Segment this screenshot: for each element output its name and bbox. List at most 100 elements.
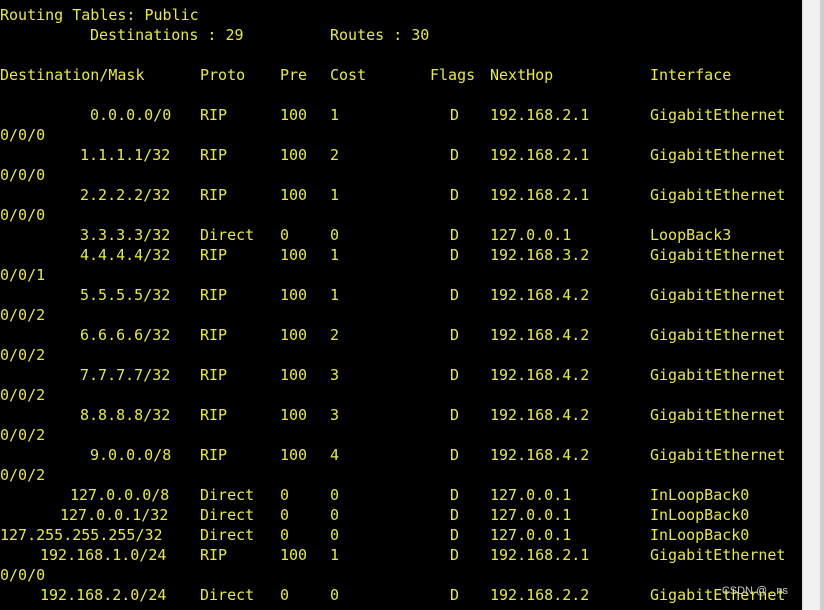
route-destination: 2.2.2.2/32 xyxy=(80,186,171,204)
route-interface: GigabitEthernet xyxy=(650,286,786,304)
column-header-cost: Cost xyxy=(330,66,367,84)
routing-table-title: Routing Tables: Public xyxy=(0,6,199,24)
route-cost: 0 xyxy=(330,506,340,524)
route-proto: RIP xyxy=(200,106,228,124)
route-pre: 100 xyxy=(280,286,308,304)
route-interface-continuation: 0/0/0 xyxy=(0,206,46,224)
route-cost: 2 xyxy=(330,326,340,344)
route-interface: GigabitEthernet xyxy=(650,146,786,164)
route-destination: 3.3.3.3/32 xyxy=(80,226,171,244)
route-nexthop: 192.168.2.1 xyxy=(490,546,590,564)
column-header-proto: Proto xyxy=(200,66,246,84)
route-flags: D xyxy=(450,286,460,304)
route-flags: D xyxy=(450,586,460,604)
route-nexthop: 192.168.3.2 xyxy=(490,246,590,264)
route-interface: GigabitEthernet xyxy=(650,246,786,264)
route-proto: RIP xyxy=(200,366,228,384)
route-proto: RIP xyxy=(200,546,228,564)
route-nexthop: 192.168.2.2 xyxy=(490,586,590,604)
route-destination: 127.255.255.255/32 xyxy=(0,526,163,544)
route-proto: RIP xyxy=(200,146,228,164)
terminal-window[interactable]: Routing Tables: Public Destinations : 29… xyxy=(0,0,802,610)
route-flags: D xyxy=(450,406,460,424)
route-destination: 127.0.0.1/32 xyxy=(60,506,169,524)
route-pre: 0 xyxy=(280,506,290,524)
route-flags: D xyxy=(450,366,460,384)
route-pre: 100 xyxy=(280,246,308,264)
route-cost: 1 xyxy=(330,106,340,124)
route-interface: InLoopBack0 xyxy=(650,486,750,504)
route-nexthop: 192.168.4.2 xyxy=(490,406,590,424)
route-destination: 127.0.0.0/8 xyxy=(70,486,170,504)
destinations-count: Destinations : 29 xyxy=(90,26,244,44)
column-header-nexthop: NextHop xyxy=(490,66,554,84)
route-interface: GigabitEthernet xyxy=(650,186,786,204)
column-header-destination: Destination/Mask xyxy=(0,66,145,84)
route-cost: 2 xyxy=(330,146,340,164)
route-interface: GigabitEthernet xyxy=(650,326,786,344)
route-destination: 5.5.5.5/32 xyxy=(80,286,171,304)
route-flags: D xyxy=(450,446,460,464)
route-pre: 100 xyxy=(280,406,308,424)
route-interface-continuation: 0/0/2 xyxy=(0,466,46,484)
route-interface-continuation: 0/0/2 xyxy=(0,346,46,364)
route-nexthop: 192.168.4.2 xyxy=(490,326,590,344)
route-cost: 3 xyxy=(330,366,340,384)
route-cost: 3 xyxy=(330,406,340,424)
route-interface: GigabitEthernet xyxy=(650,446,786,464)
route-pre: 0 xyxy=(280,486,290,504)
route-cost: 1 xyxy=(330,246,340,264)
route-flags: D xyxy=(450,546,460,564)
route-nexthop: 192.168.2.1 xyxy=(490,146,590,164)
route-proto: RIP xyxy=(200,326,228,344)
route-interface-continuation: 0/0/2 xyxy=(0,426,46,444)
route-nexthop: 192.168.2.1 xyxy=(490,106,590,124)
route-flags: D xyxy=(450,246,460,264)
route-cost: 0 xyxy=(330,586,340,604)
route-interface: InLoopBack0 xyxy=(650,506,750,524)
route-interface-continuation: 0/0/0 xyxy=(0,166,46,184)
route-proto: RIP xyxy=(200,186,228,204)
route-pre: 0 xyxy=(280,526,290,544)
route-proto: Direct xyxy=(200,486,255,504)
route-pre: 100 xyxy=(280,446,308,464)
route-pre: 100 xyxy=(280,146,308,164)
route-interface-continuation: 0/0/2 xyxy=(0,386,46,404)
route-flags: D xyxy=(450,506,460,524)
route-flags: D xyxy=(450,526,460,544)
route-flags: D xyxy=(450,486,460,504)
route-nexthop: 127.0.0.1 xyxy=(490,486,572,504)
route-interface: GigabitEthernet xyxy=(650,106,786,124)
route-flags: D xyxy=(450,226,460,244)
route-pre: 100 xyxy=(280,106,308,124)
route-nexthop: 127.0.0.1 xyxy=(490,226,572,244)
route-proto: RIP xyxy=(200,246,228,264)
route-pre: 100 xyxy=(280,366,308,384)
routes-count: Routes : 30 xyxy=(330,26,430,44)
route-nexthop: 192.168.2.1 xyxy=(490,186,590,204)
route-proto: Direct xyxy=(200,526,255,544)
route-nexthop: 192.168.4.2 xyxy=(490,366,590,384)
route-cost: 0 xyxy=(330,486,340,504)
route-pre: 0 xyxy=(280,586,290,604)
route-flags: D xyxy=(450,326,460,344)
route-destination: 7.7.7.7/32 xyxy=(80,366,171,384)
route-interface-continuation: 0/0/2 xyxy=(0,306,46,324)
scrollbar-thumb[interactable] xyxy=(820,0,824,610)
route-cost: 0 xyxy=(330,226,340,244)
route-destination: 9.0.0.0/8 xyxy=(90,446,172,464)
route-pre: 100 xyxy=(280,186,308,204)
column-header-interface: Interface xyxy=(650,66,732,84)
route-nexthop: 127.0.0.1 xyxy=(490,506,572,524)
route-interface-continuation: 0/0/1 xyxy=(0,266,46,284)
route-interface-continuation: 0/0/0 xyxy=(0,126,46,144)
route-proto: Direct xyxy=(200,586,255,604)
route-nexthop: 192.168.4.2 xyxy=(490,446,590,464)
vertical-scrollbar[interactable] xyxy=(802,0,824,610)
route-flags: D xyxy=(450,146,460,164)
route-destination: 4.4.4.4/32 xyxy=(80,246,171,264)
route-destination: 6.6.6.6/32 xyxy=(80,326,171,344)
route-destination: 8.8.8.8/32 xyxy=(80,406,171,424)
route-nexthop: 127.0.0.1 xyxy=(490,526,572,544)
column-header-flags: Flags xyxy=(430,66,476,84)
